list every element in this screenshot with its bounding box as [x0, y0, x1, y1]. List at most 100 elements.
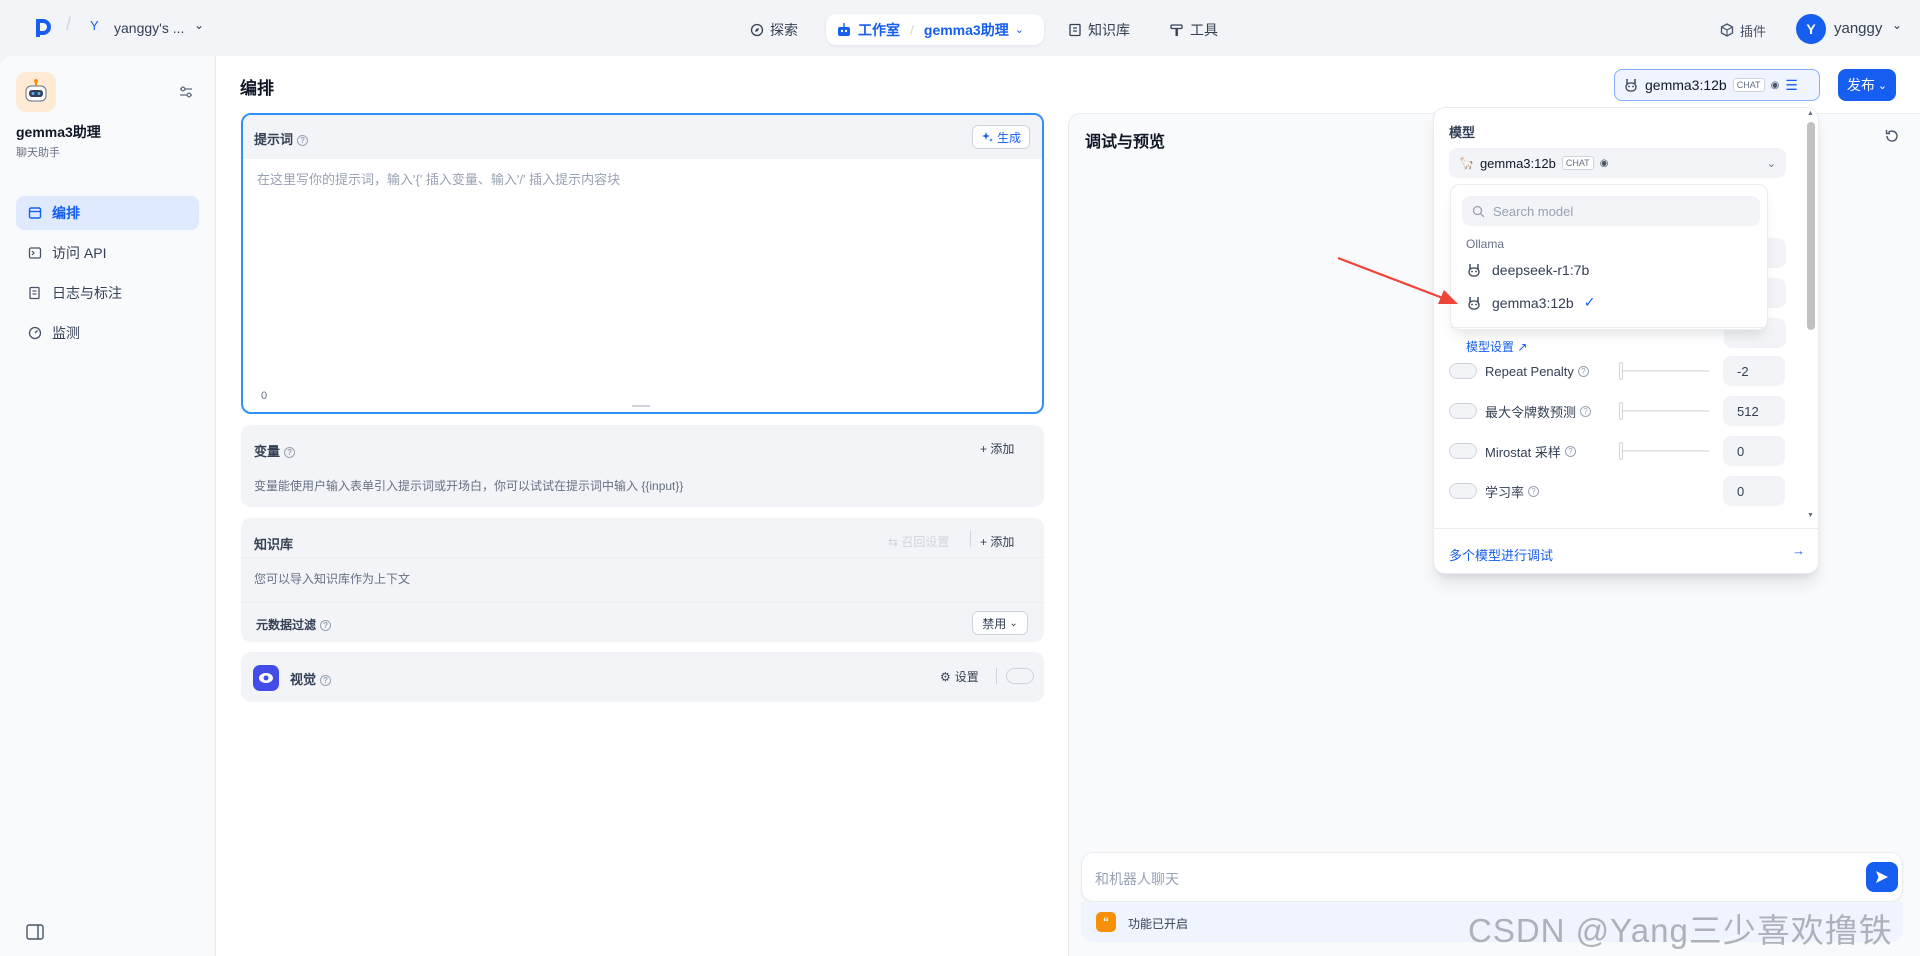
model-option-name: gemma3:12b	[1492, 294, 1574, 311]
param-slider-handle[interactable]	[1619, 402, 1623, 420]
sidebar-item-label: 访问 API	[52, 245, 107, 261]
sidebar-item-logs[interactable]: 日志与标注	[16, 276, 199, 310]
sliders-icon[interactable]	[178, 84, 194, 103]
left-sidebar	[0, 56, 216, 956]
sidebar-item-api[interactable]: 访问 API	[16, 236, 199, 270]
eye-icon: ◉	[1770, 79, 1780, 91]
variables-card	[241, 425, 1044, 507]
vision-toggle[interactable]	[1006, 668, 1034, 684]
scroll-up-icon[interactable]: ▲	[1807, 110, 1814, 117]
param-slider-track[interactable]	[1619, 370, 1709, 372]
user-name[interactable]: yanggy	[1834, 20, 1882, 37]
sparkle-icon	[982, 132, 993, 142]
annotation-arrow	[1337, 256, 1458, 304]
prompt-input[interactable]: 在这里写你的提示词，输入'{' 插入变量、输入'/' 插入提示内容块	[257, 169, 1027, 188]
param-value[interactable]: 0	[1723, 436, 1785, 466]
help-icon[interactable]: ?	[284, 447, 296, 459]
help-icon[interactable]: ?	[1528, 485, 1540, 497]
variables-description: 变量能使用户输入表单引入提示词或开场白，你可以试试在提示词中输入 {{input…	[254, 479, 684, 493]
param-toggle[interactable]	[1449, 483, 1477, 499]
search-model-input[interactable]: Search model	[1462, 196, 1760, 226]
vision-title: 视觉?	[290, 669, 332, 688]
help-icon[interactable]: ?	[1564, 445, 1576, 457]
prompt-char-count: 0	[261, 390, 268, 402]
arrow-right-icon[interactable]: →	[1792, 543, 1805, 558]
send-button[interactable]	[1866, 862, 1898, 892]
param-slider-track[interactable]	[1619, 410, 1709, 412]
add-variable-button[interactable]: + 添加	[980, 440, 1014, 457]
dify-logo[interactable]	[34, 18, 52, 38]
vision-settings-button[interactable]: ⚙ 设置	[940, 668, 979, 685]
prompt-header	[243, 115, 1042, 159]
chevron-down-icon[interactable]: ⌄	[194, 18, 204, 32]
publish-label: 发布	[1846, 77, 1875, 93]
workspace-avatar[interactable]: Y	[90, 18, 99, 33]
param-toggle[interactable]	[1449, 403, 1477, 419]
chevron-down-icon: ⌄	[1766, 157, 1776, 170]
refresh-icon[interactable]	[1884, 128, 1900, 147]
param-toggle[interactable]	[1449, 363, 1477, 379]
chevron-down-icon[interactable]: ⌄	[1892, 18, 1902, 32]
model-selector-button[interactable]: gemma3:12b CHAT ◉ ☰	[1614, 69, 1820, 101]
model-settings-link[interactable]: 模型设置 ↗	[1466, 338, 1527, 355]
provider-label: Ollama	[1466, 237, 1505, 251]
nav-studio[interactable]: 工作室 / gemma3助理 ⌄	[826, 14, 1044, 45]
resize-handle[interactable]	[632, 405, 650, 407]
nav-app-name[interactable]: gemma3助理	[924, 20, 1009, 40]
chat-input[interactable]: 和机器人聊天	[1095, 869, 1179, 889]
recall-settings-button[interactable]: ⇆ 召回设置	[888, 533, 949, 550]
param-slider-track[interactable]	[1619, 450, 1709, 452]
param-value[interactable]: 512	[1723, 396, 1785, 426]
scroll-down-icon[interactable]: ▼	[1807, 512, 1814, 519]
add-knowledge-button[interactable]: + 添加	[980, 533, 1014, 550]
param-slider-handle[interactable]	[1619, 362, 1623, 380]
param-label: 学习率	[1485, 484, 1525, 500]
variables-title: 变量?	[254, 441, 296, 460]
search-icon	[1472, 205, 1485, 217]
publish-button[interactable]: 发布 ⌄	[1838, 69, 1896, 101]
help-icon[interactable]: ?	[320, 620, 332, 632]
workspace-name[interactable]: yanggy's ...	[114, 20, 184, 36]
param-row-learning-rate: 学习率? 0	[1449, 476, 1786, 506]
param-slider-handle[interactable]	[1619, 442, 1623, 460]
cube-icon	[1720, 23, 1734, 37]
plugins-label: 插件	[1740, 23, 1767, 39]
param-row-mirostat: Mirostat 采样? 0	[1449, 436, 1786, 466]
multi-model-debug-link[interactable]: 多个模型进行调试	[1449, 545, 1553, 564]
divider	[241, 602, 1044, 603]
chevron-down-icon[interactable]: ⌄	[1015, 23, 1024, 36]
param-value[interactable]: 0	[1723, 476, 1785, 506]
help-icon[interactable]: ?	[1577, 365, 1589, 377]
plugins-button[interactable]: 插件	[1720, 16, 1766, 44]
plus-icon: +	[980, 442, 988, 456]
model-tag: CHAT	[1561, 156, 1594, 170]
vision-card	[241, 652, 1044, 702]
add-knowledge-label: 添加	[990, 535, 1015, 549]
sidebar-item-label: 日志与标注	[52, 285, 122, 301]
model-option-gemma3[interactable]: gemma3:12b ✓	[1466, 294, 1595, 311]
help-icon[interactable]: ?	[1580, 405, 1592, 417]
sidebar-item-monitor[interactable]: 监测	[16, 316, 199, 350]
help-icon[interactable]: ?	[297, 135, 309, 147]
divider	[1450, 327, 1768, 328]
collapse-sidebar-icon[interactable]	[26, 924, 44, 943]
nav-tools[interactable]: 工具	[1170, 16, 1218, 44]
user-avatar[interactable]: Y	[1796, 14, 1826, 44]
nav-explore[interactable]: 探索	[750, 16, 798, 44]
param-toggle[interactable]	[1449, 443, 1477, 459]
model-option-deepseek[interactable]: deepseek-r1:7b	[1466, 262, 1589, 278]
popover-scrollbar-thumb[interactable]	[1807, 122, 1815, 330]
quote-icon: “	[1096, 912, 1116, 932]
param-value[interactable]: -2	[1723, 356, 1785, 386]
help-icon[interactable]: ?	[320, 675, 332, 687]
sidebar-item-orchestrate[interactable]: 编排	[16, 196, 199, 230]
popover-model-select[interactable]: 🦙 gemma3:12b CHAT ◉ ⌄	[1449, 148, 1786, 178]
metadata-filter-select[interactable]: 禁用 ⌄	[972, 611, 1028, 635]
variables-title-label: 变量	[254, 444, 281, 459]
generate-button[interactable]: 生成	[972, 125, 1031, 149]
settings-icon: ⇆	[888, 535, 899, 549]
nav-knowledge[interactable]: 知识库	[1068, 16, 1130, 44]
check-icon: ✓	[1583, 294, 1596, 310]
nav-studio-label: 工作室	[858, 21, 900, 38]
nav-tools-label: 工具	[1190, 22, 1218, 38]
